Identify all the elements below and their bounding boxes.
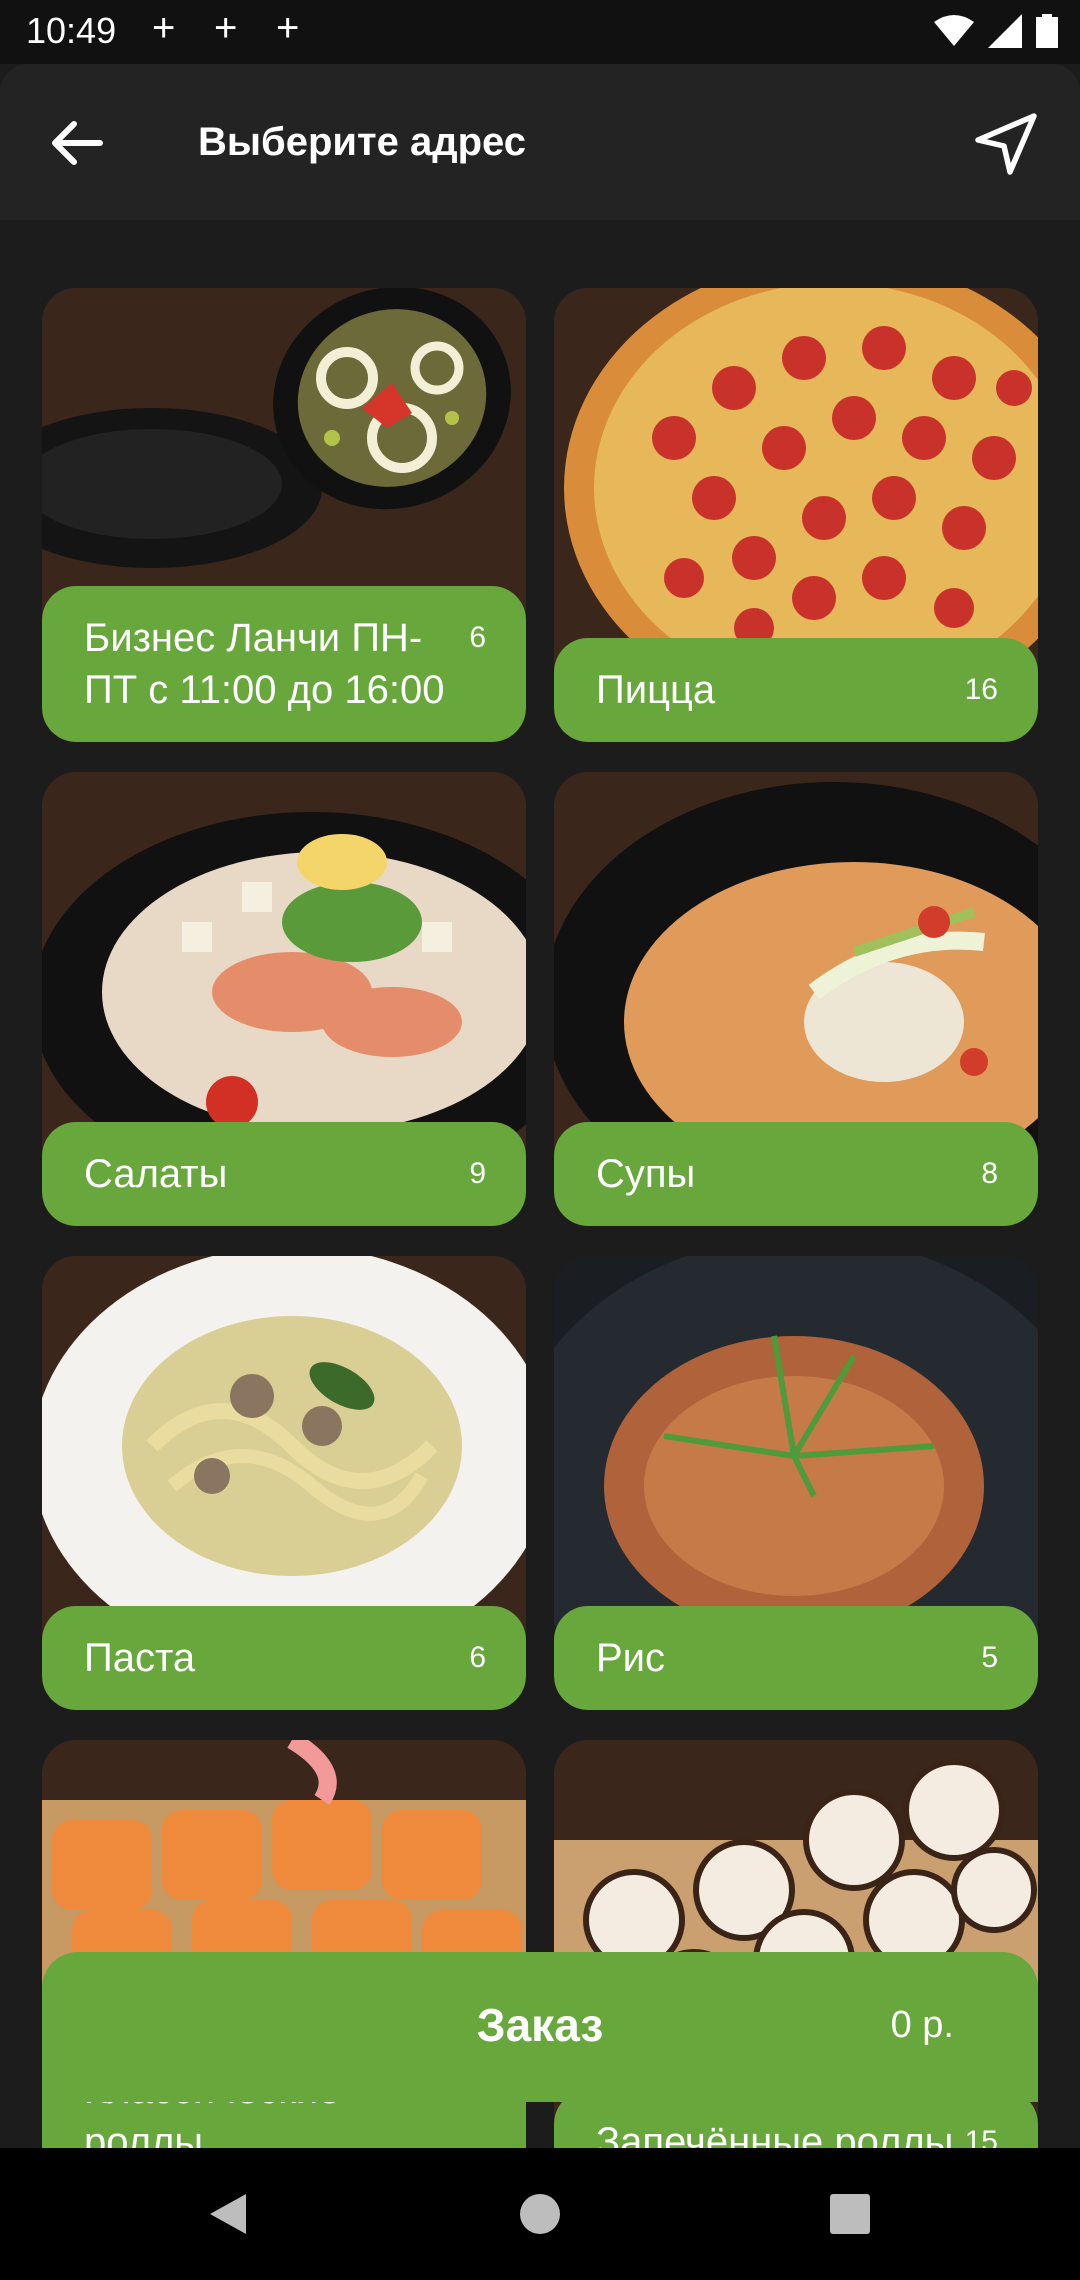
navigation-arrow-icon [975,113,1037,175]
category-count: 5 [981,1641,998,1674]
category-label: Рис 5 [554,1606,1038,1710]
nav-recents-button[interactable] [818,2182,882,2246]
category-count: 6 [469,1641,486,1674]
category-card[interactable]: Супы 8 [554,772,1038,1226]
category-name: Супы [596,1152,696,1196]
category-card[interactable]: Пицца 16 [554,288,1038,742]
category-name: Салаты [84,1152,228,1196]
app-bar: Выберите адрес [0,64,1080,220]
plus-icon: + [276,6,300,50]
category-label: Бизнес Ланчи ПН-ПТ с 11:00 до 16:00 6 [42,586,526,742]
category-card[interactable]: Паста 6 [42,1256,526,1710]
category-name: Паста [84,1636,196,1680]
status-bar: 10:49 + + + [0,0,1080,64]
circle-home-icon [520,2194,560,2234]
nav-home-button[interactable] [508,2182,572,2246]
category-card[interactable]: Салаты 9 [42,772,526,1226]
order-sum: 0 р. [890,2004,954,2046]
page-title: Выберите адрес [198,120,527,164]
plus-icon: + [214,6,238,50]
category-count: 16 [964,673,998,706]
locate-button[interactable] [970,108,1042,180]
system-nav-bar [0,2148,1080,2280]
plus-icon: + [152,6,176,50]
status-icons [934,14,1058,48]
arrow-back-icon [52,121,103,165]
wifi-icon [934,15,974,46]
category-name: Запечённые роллы [596,2120,954,2148]
back-button[interactable] [44,110,110,176]
category-label: Салаты 9 [42,1122,526,1226]
square-recents-icon [830,2194,870,2234]
category-label: Паста 6 [42,1606,526,1710]
battery-icon [1036,14,1058,48]
category-count: 8 [981,1157,998,1190]
signal-icon [988,14,1022,48]
order-label: Заказ [476,1999,604,2051]
category-card[interactable]: Бизнес Ланчи ПН-ПТ с 11:00 до 16:00 6 [42,288,526,742]
triangle-back-icon [210,2194,246,2234]
category-count: 6 [469,621,486,654]
order-button[interactable]: Заказ 0 р. [42,1952,1038,2102]
status-time: 10:49 [26,10,117,51]
category-label: Пицца 16 [554,638,1038,742]
category-card[interactable]: Рис 5 [554,1256,1038,1710]
category-name: Бизнес Ланчи ПН-ПТ с 11:00 до 16:00 [84,616,445,712]
category-count: 15 [964,2125,998,2148]
category-name: Пицца [596,668,716,712]
nav-back-button[interactable] [196,2182,260,2246]
category-name: Рис [596,1636,666,1680]
category-grid: Бизнес Ланчи ПН-ПТ с 11:00 до 16:00 6 Пи… [0,220,1080,2148]
category-count: 9 [469,1157,486,1190]
category-label: Супы 8 [554,1122,1038,1226]
